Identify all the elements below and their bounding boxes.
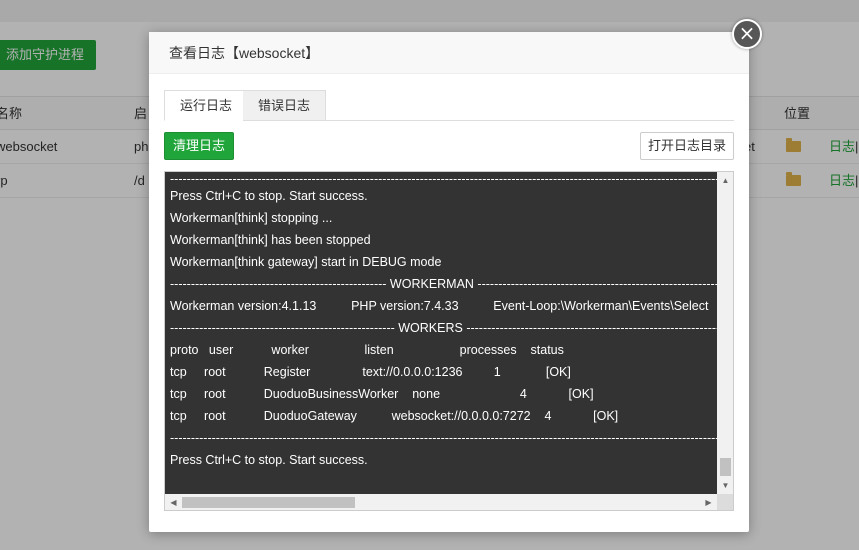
log-output: ----------------------------------------… <box>165 172 717 494</box>
chevron-down-icon[interactable]: ▼ <box>717 477 733 494</box>
log-line: Workerman[think] has been stopped <box>170 233 371 247</box>
open-log-dir-button[interactable]: 打开日志目录 <box>640 132 734 160</box>
log-line: proto user worker listen processes statu… <box>170 343 564 357</box>
log-line: tcp root DuoduoBusinessWorker none 4 [OK… <box>170 387 594 401</box>
clear-log-button[interactable]: 清理日志 <box>164 132 234 160</box>
horizontal-scrollbar[interactable]: ◀ ▶ <box>165 494 717 510</box>
log-line: ----------------------------------------… <box>170 277 717 291</box>
modal-title: 查看日志【websocket】 <box>149 32 749 74</box>
log-line: Workerman version:4.1.13 PHP version:7.4… <box>170 299 709 313</box>
vertical-scrollbar[interactable]: ▲ ▼ <box>717 172 733 494</box>
log-line: tcp root Register text://0.0.0.0:1236 1 … <box>170 365 571 379</box>
tab-error-log[interactable]: 错误日志 <box>243 90 327 121</box>
log-line: ----------------------------------------… <box>170 172 717 186</box>
log-modal: 查看日志【websocket】 运行日志 错误日志 清理日志 打开日志目录 --… <box>149 32 749 532</box>
vertical-scroll-thumb[interactable] <box>720 458 731 476</box>
log-line: tcp root DuoduoGateway websocket://0.0.0… <box>170 409 619 423</box>
close-icon[interactable]: × <box>732 19 762 49</box>
tab-run-log[interactable]: 运行日志 <box>164 90 249 121</box>
chevron-right-icon[interactable]: ▶ <box>700 494 717 510</box>
log-line: Workerman[think] stopping ... <box>170 211 333 225</box>
log-tabs: 运行日志 错误日志 <box>164 90 734 121</box>
log-line: Press Ctrl+C to stop. Start success. <box>170 189 368 203</box>
log-console[interactable]: ----------------------------------------… <box>164 171 734 511</box>
log-line: Press Ctrl+C to stop. Start success. <box>170 453 368 467</box>
log-line: Workerman[think gateway] start in DEBUG … <box>170 255 442 269</box>
chevron-up-icon[interactable]: ▲ <box>717 172 733 189</box>
log-line: ----------------------------------------… <box>170 321 717 335</box>
horizontal-scroll-thumb[interactable] <box>182 497 355 508</box>
chevron-left-icon[interactable]: ◀ <box>165 494 182 510</box>
scrollbar-corner <box>717 494 733 510</box>
log-line: ----------------------------------------… <box>170 431 717 445</box>
